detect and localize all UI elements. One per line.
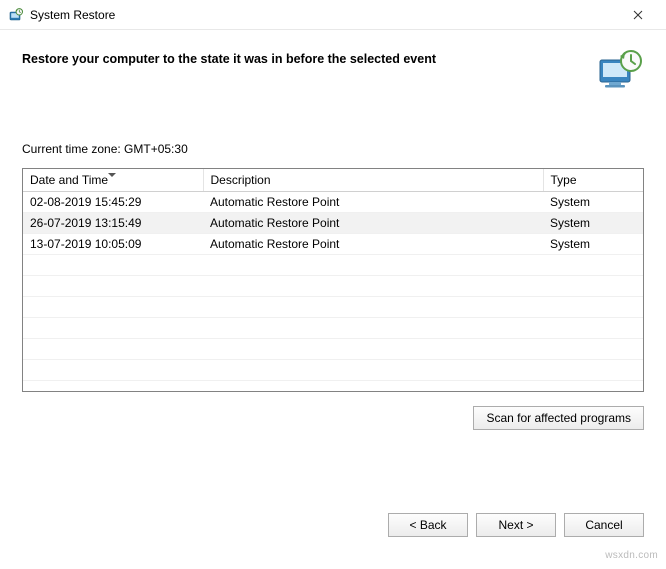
table-row-empty <box>23 255 643 276</box>
timezone-label: Current time zone: GMT+05:30 <box>22 142 644 156</box>
wizard-footer: < Back Next > Cancel <box>0 495 666 569</box>
content-area: Restore your computer to the state it wa… <box>0 30 666 440</box>
table-row[interactable]: 26-07-2019 13:15:49Automatic Restore Poi… <box>23 213 643 234</box>
table-row-empty <box>23 381 643 393</box>
cell-date: 26-07-2019 13:15:49 <box>23 213 203 234</box>
cell-type: System <box>543 192 643 213</box>
close-button[interactable] <box>618 2 658 28</box>
table-row-empty <box>23 276 643 297</box>
scan-affected-programs-button[interactable]: Scan for affected programs <box>473 406 644 430</box>
table-header-row: Date and Time Description Type <box>23 169 643 192</box>
cell-type: System <box>543 213 643 234</box>
cell-desc: Automatic Restore Point <box>203 192 543 213</box>
window-title: System Restore <box>30 8 618 22</box>
cell-type: System <box>543 234 643 255</box>
cell-date: 02-08-2019 15:45:29 <box>23 192 203 213</box>
cancel-button[interactable]: Cancel <box>564 513 644 537</box>
restore-points-table[interactable]: Date and Time Description Type 02-08-201… <box>22 168 644 392</box>
table-row-empty <box>23 339 643 360</box>
table-row-empty <box>23 360 643 381</box>
restore-monitor-icon <box>596 48 644 92</box>
column-header-type[interactable]: Type <box>543 169 643 192</box>
cell-desc: Automatic Restore Point <box>203 213 543 234</box>
titlebar: System Restore <box>0 0 666 30</box>
watermark: wsxdn.com <box>605 550 658 561</box>
column-header-description[interactable]: Description <box>203 169 543 192</box>
page-heading: Restore your computer to the state it wa… <box>22 48 578 66</box>
back-button[interactable]: < Back <box>388 513 468 537</box>
cell-desc: Automatic Restore Point <box>203 234 543 255</box>
table-row-empty <box>23 318 643 339</box>
table-row[interactable]: 02-08-2019 15:45:29Automatic Restore Poi… <box>23 192 643 213</box>
cell-date: 13-07-2019 10:05:09 <box>23 234 203 255</box>
table-row-empty <box>23 297 643 318</box>
system-restore-icon <box>8 7 24 23</box>
table-row[interactable]: 13-07-2019 10:05:09Automatic Restore Poi… <box>23 234 643 255</box>
next-button[interactable]: Next > <box>476 513 556 537</box>
column-header-date[interactable]: Date and Time <box>23 169 203 192</box>
